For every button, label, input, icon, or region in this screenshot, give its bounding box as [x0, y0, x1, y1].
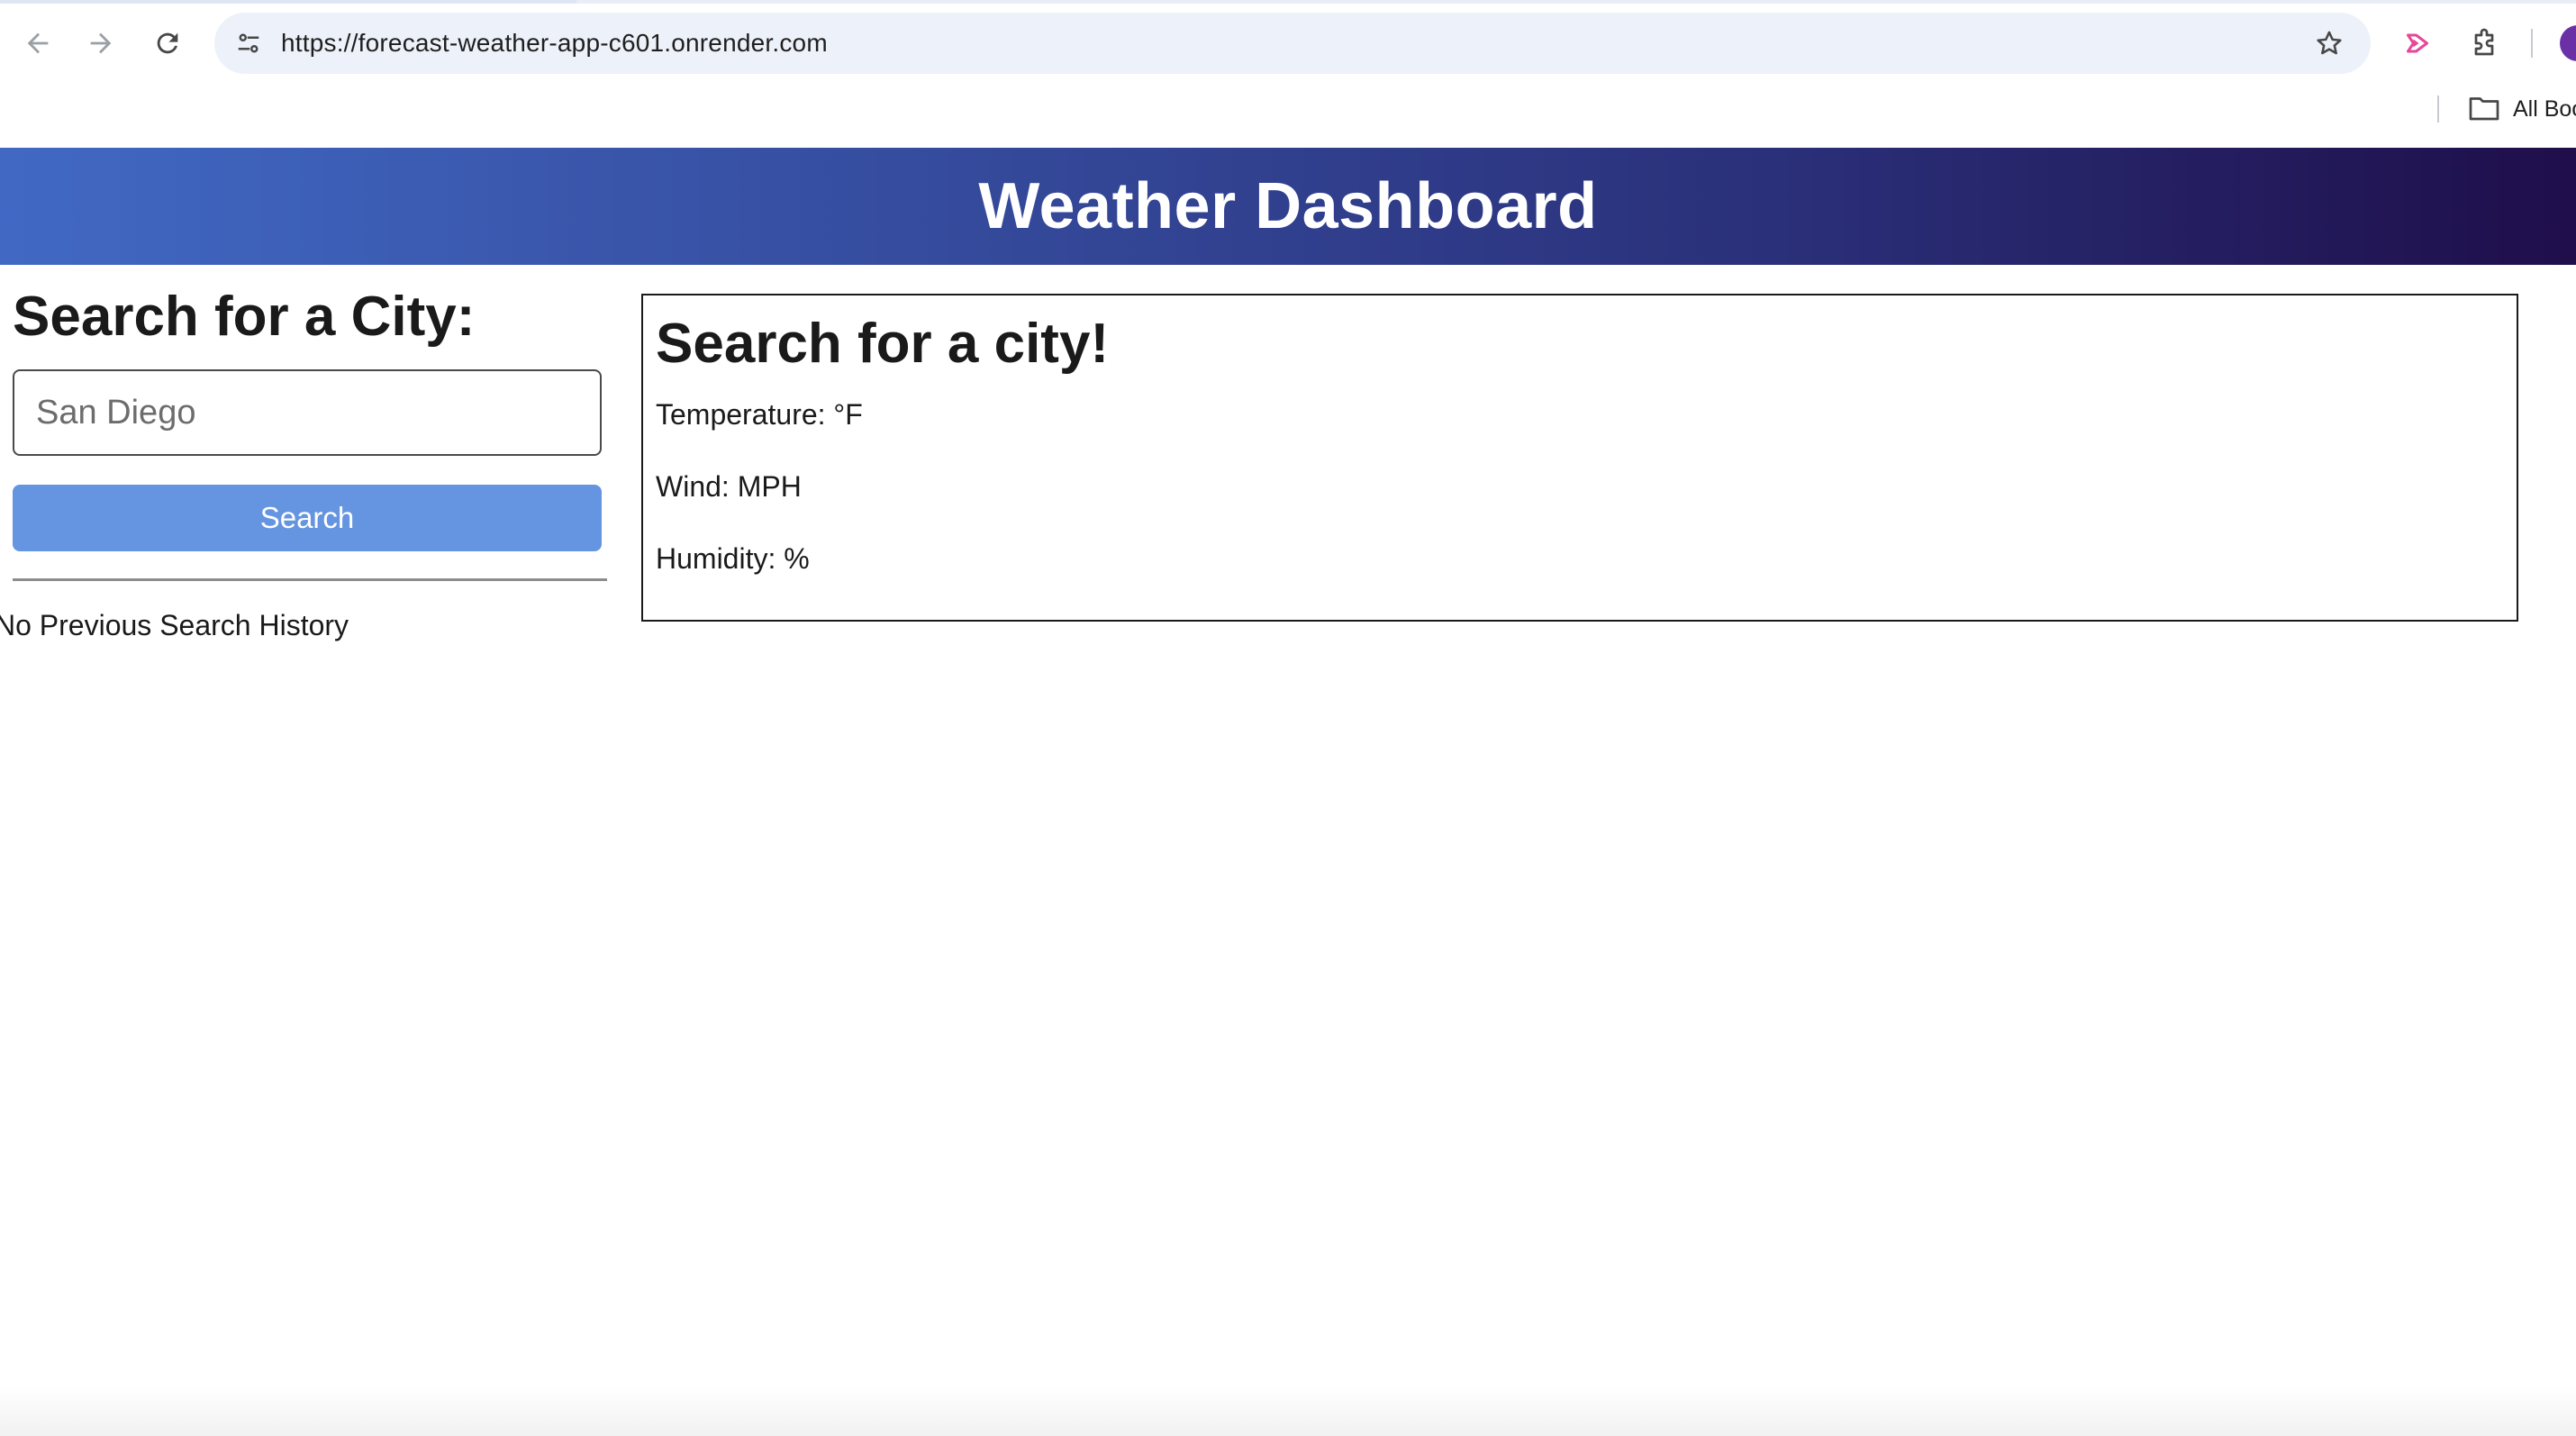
- toolbar-separator: [2531, 29, 2533, 58]
- extensions-button[interactable]: [2464, 23, 2504, 63]
- url-text[interactable]: https://forecast-weather-app-c601.onrend…: [281, 29, 828, 58]
- window-bottom-edge: [0, 1387, 2576, 1436]
- address-bar[interactable]: https://forecast-weather-app-c601.onrend…: [214, 13, 2371, 74]
- city-search-input[interactable]: [13, 369, 602, 456]
- active-tab-indicator: [0, 0, 576, 4]
- current-weather-card: Search for a city! Temperature: °F Wind:…: [641, 294, 2518, 622]
- media-extension-button[interactable]: [2398, 23, 2437, 63]
- search-panel: Search for a City: Search No Previous Se…: [0, 270, 607, 641]
- back-button[interactable]: [16, 22, 59, 65]
- page-title: Weather Dashboard: [978, 170, 1598, 242]
- forward-button[interactable]: [79, 22, 122, 65]
- reload-icon: [157, 32, 178, 54]
- search-heading: Search for a City:: [13, 286, 476, 348]
- temperature-text: Temperature: °F: [656, 398, 863, 431]
- all-bookmarks-link[interactable]: All Bookmarks: [2513, 95, 2576, 123]
- search-history-empty: No Previous Search History: [0, 609, 349, 641]
- star-icon: [2317, 31, 2342, 55]
- wind-text: Wind: MPH: [656, 470, 802, 503]
- tab-strip: [0, 0, 2576, 4]
- tune-icon: [238, 33, 259, 53]
- site-info-button[interactable]: [231, 25, 267, 61]
- bookmarks-separator: [2437, 95, 2439, 123]
- folder-icon: [2469, 97, 2499, 121]
- weather-heading: Search for a city!: [656, 313, 1110, 375]
- arrow-right-icon: [90, 32, 112, 54]
- divider: [13, 578, 607, 581]
- puzzle-icon: [2474, 28, 2494, 56]
- bookmark-star-button[interactable]: [2311, 25, 2347, 61]
- reload-button[interactable]: [146, 22, 189, 65]
- dashboard-header: Weather Dashboard: [0, 148, 2576, 265]
- humidity-text: Humidity: %: [656, 542, 810, 575]
- arrow-left-icon: [27, 32, 49, 54]
- browser-chrome: https://forecast-weather-app-c601.onrend…: [0, 0, 2576, 148]
- media-play-icon: [2407, 33, 2428, 53]
- profile-avatar[interactable]: [2560, 25, 2576, 61]
- search-button[interactable]: Search: [13, 485, 602, 551]
